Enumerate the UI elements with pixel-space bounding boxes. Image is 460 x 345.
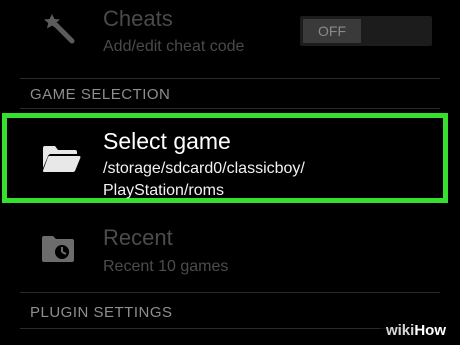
section-header-game-selection: GAME SELECTION (30, 86, 171, 103)
divider (20, 292, 440, 293)
watermark-wiki: wiki (385, 322, 415, 339)
cheats-item[interactable]: Cheats Add/edit cheat code OFF (0, 0, 460, 76)
select-game-title: Select game (103, 128, 231, 154)
folder-clock-icon (40, 234, 80, 271)
recent-subtitle: Recent 10 games (103, 258, 229, 275)
recent-item[interactable]: Recent Recent 10 games (0, 220, 460, 284)
divider (20, 78, 440, 79)
select-game-path: /storage/sdcard0/classicboy/ PlayStation… (103, 160, 305, 199)
section-header-plugin-settings: PLUGIN SETTINGS (30, 304, 173, 321)
cheats-subtitle: Add/edit cheat code (103, 38, 245, 55)
cheats-toggle[interactable]: OFF (300, 16, 432, 46)
folder-icon (41, 144, 81, 179)
magic-wand-icon (42, 10, 78, 51)
toggle-off-label: OFF (303, 19, 361, 43)
cheats-title: Cheats (103, 6, 173, 31)
select-game-item[interactable]: Select game /storage/sdcard0/classicboy/… (2, 113, 448, 203)
divider (20, 328, 440, 329)
wikihow-watermark: wikiHow (379, 320, 452, 341)
divider (20, 108, 440, 109)
recent-title: Recent (103, 225, 173, 250)
watermark-how: How (414, 322, 446, 339)
